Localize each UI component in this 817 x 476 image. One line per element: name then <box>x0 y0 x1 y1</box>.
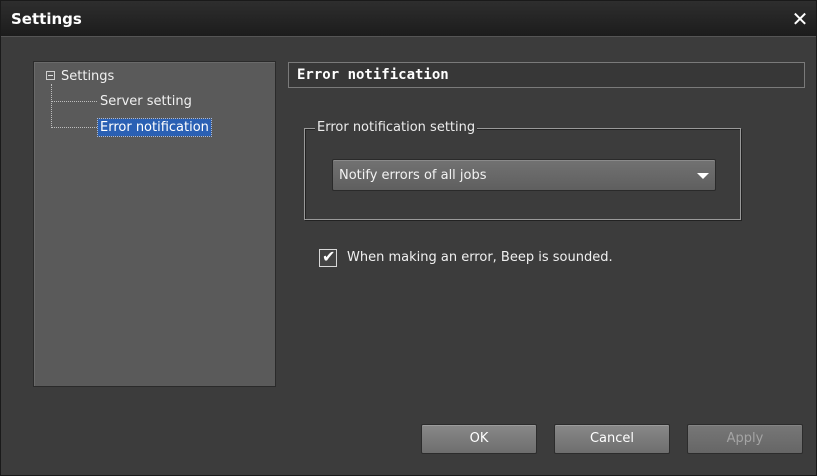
tree-item-error-notification[interactable]: Error notification <box>97 118 212 137</box>
error-notification-group: Error notification setting Notify errors… <box>304 120 741 220</box>
cancel-button[interactable]: Cancel <box>554 424 670 454</box>
beep-checkbox[interactable]: ✔ <box>319 247 337 267</box>
tree-item-settings[interactable]: Settings <box>46 68 114 85</box>
tree-item-server-setting[interactable]: Server setting <box>100 93 192 110</box>
section-title: Error notification <box>297 67 449 83</box>
close-icon[interactable]: ✕ <box>788 7 812 31</box>
section-header: Error notification <box>288 62 805 88</box>
checkmark-icon: ✔ <box>322 247 336 266</box>
title-bar: Settings ✕ <box>1 1 816 37</box>
tree-connector <box>51 84 52 128</box>
error-notification-dropdown[interactable]: Notify errors of all jobs <box>332 159 716 191</box>
ok-button[interactable]: OK <box>421 424 537 454</box>
collapse-icon[interactable] <box>46 71 55 80</box>
tree-item-label: Settings <box>61 69 115 84</box>
dropdown-value: Notify errors of all jobs <box>339 168 487 183</box>
chevron-down-icon <box>697 173 709 179</box>
tree-connector <box>51 127 97 128</box>
apply-button[interactable]: Apply <box>687 424 803 454</box>
window-title: Settings <box>11 10 82 28</box>
settings-tree: Settings Server setting Error notificati… <box>33 61 276 387</box>
settings-dialog: Settings ✕ Settings Server setting Error… <box>0 0 817 476</box>
beep-checkbox-label[interactable]: When making an error, Beep is sounded. <box>347 250 613 265</box>
tree-connector <box>51 101 97 102</box>
group-legend: Error notification setting <box>315 120 478 135</box>
